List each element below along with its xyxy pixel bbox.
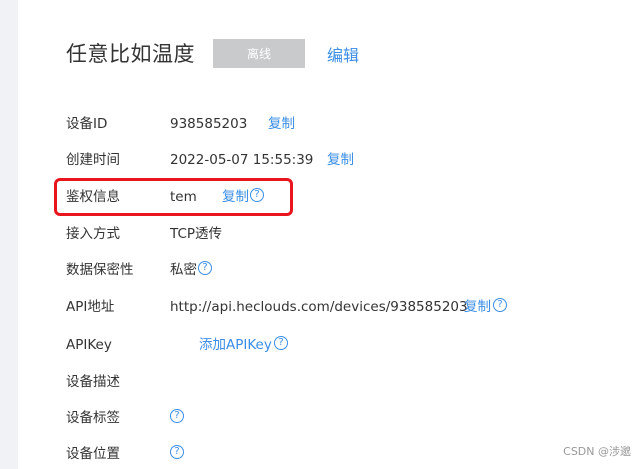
- field-label: 设备标签: [66, 410, 120, 426]
- help-icon[interactable]: ?: [170, 445, 184, 459]
- field-row-access: 接入方式 TCP透传: [0, 222, 643, 246]
- privacy-value: 私密: [170, 262, 197, 278]
- field-row-api-key: APIKey 添加APIKey ?: [0, 333, 643, 357]
- field-row-created: 创建时间 2022-05-07 15:55:39 复制: [0, 148, 643, 172]
- field-row-location: 设备位置 ?: [0, 442, 643, 466]
- field-label: 接入方式: [66, 226, 120, 242]
- highlight-box: [54, 178, 293, 216]
- copy-created-time-link[interactable]: 复制: [327, 148, 354, 172]
- field-label: 设备ID: [66, 116, 108, 132]
- status-badge: 离线: [213, 39, 305, 68]
- field-label: APIKey: [66, 337, 112, 353]
- access-method-value: TCP透传: [170, 226, 223, 242]
- add-apikey-link[interactable]: 添加APIKey: [199, 333, 272, 357]
- device-id-value: 938585203: [170, 116, 248, 132]
- field-label: 数据保密性: [66, 262, 134, 278]
- field-label: 创建时间: [66, 152, 120, 168]
- api-url-value: http://api.heclouds.com/devices/93858520…: [170, 299, 468, 315]
- help-icon[interactable]: ?: [170, 409, 184, 423]
- help-icon[interactable]: ?: [274, 336, 288, 350]
- device-title: 任意比如温度: [66, 42, 195, 66]
- help-icon[interactable]: ?: [198, 261, 212, 275]
- copy-device-id-link[interactable]: 复制: [268, 112, 295, 136]
- field-row-api-url: API地址 http://api.heclouds.com/devices/93…: [0, 295, 643, 319]
- field-row-device-id: 设备ID 938585203 复制: [0, 112, 643, 136]
- field-label: API地址: [66, 299, 115, 315]
- help-icon[interactable]: ?: [493, 298, 507, 312]
- field-row-privacy: 数据保密性 私密 ?: [0, 258, 643, 282]
- copy-api-url-link[interactable]: 复制: [464, 295, 491, 319]
- field-row-tags: 设备标签 ?: [0, 406, 643, 430]
- created-time-value: 2022-05-07 15:55:39: [170, 152, 314, 168]
- watermark: CSDN @涉邈: [563, 445, 631, 458]
- edit-link[interactable]: 编辑: [327, 42, 359, 66]
- field-label: 设备位置: [66, 446, 120, 462]
- field-row-description: 设备描述: [0, 370, 643, 394]
- field-label: 设备描述: [66, 374, 120, 390]
